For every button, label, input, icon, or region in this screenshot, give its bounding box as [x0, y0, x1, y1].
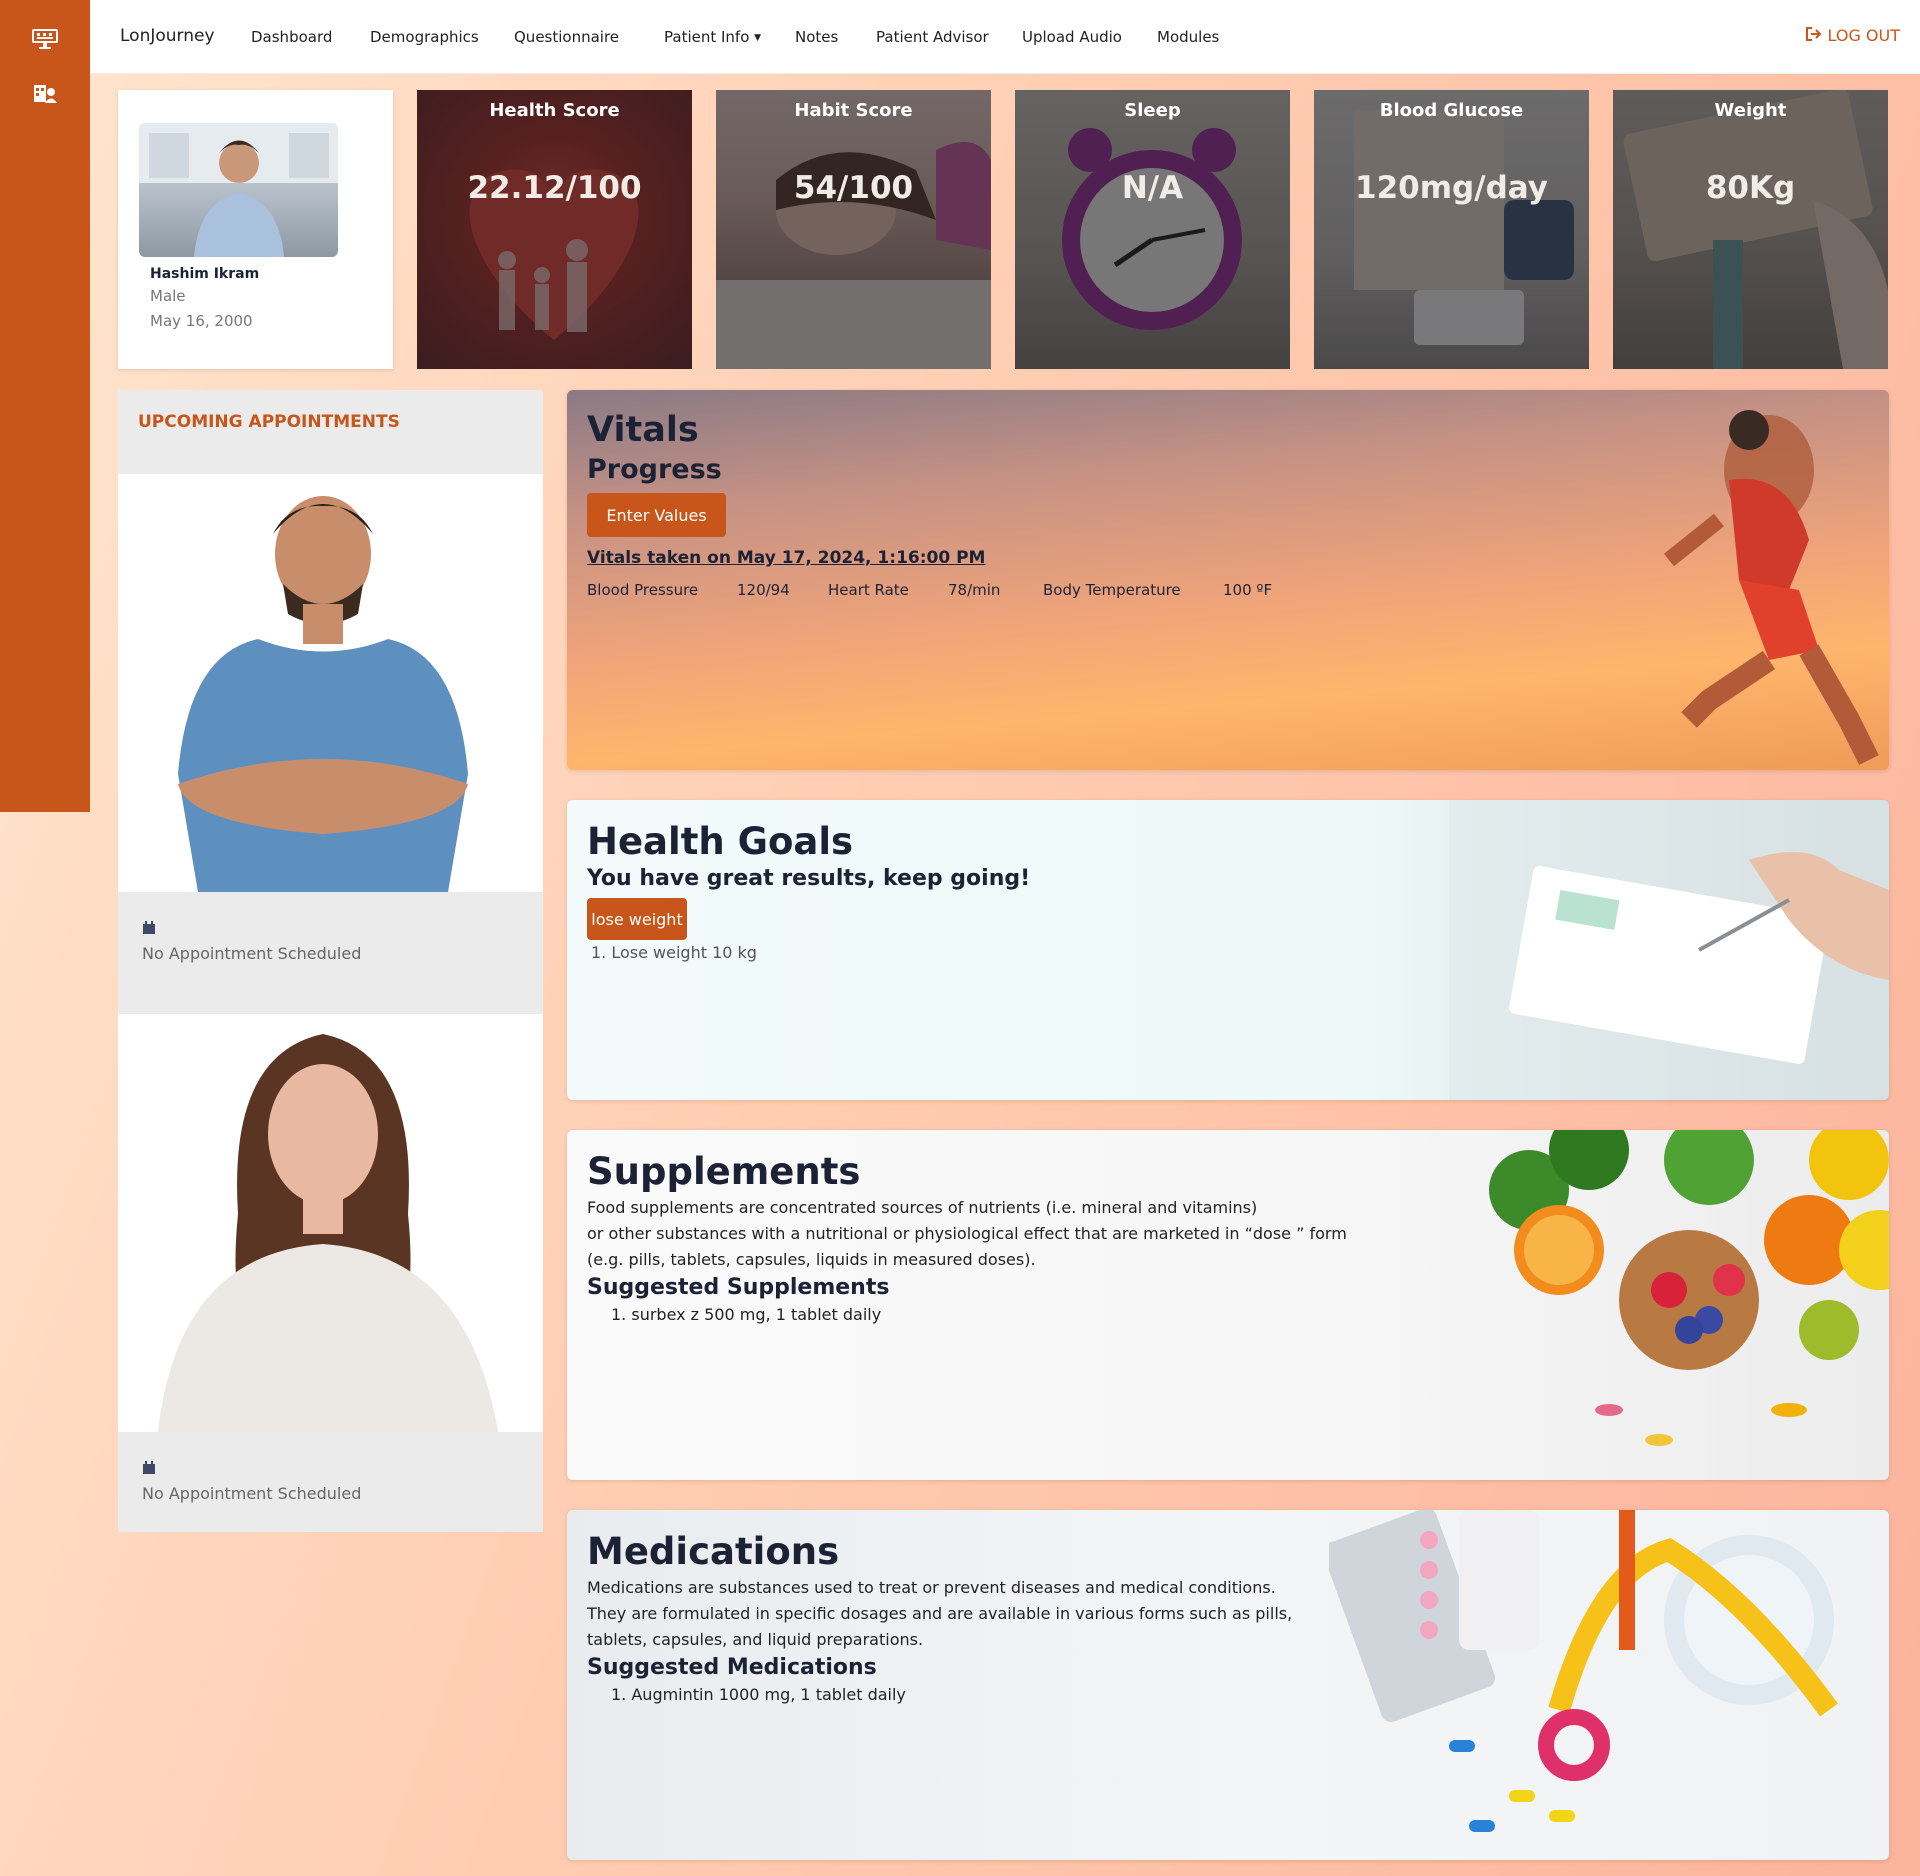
runner-illustration	[1664, 410, 1879, 765]
medications-title: Medications	[587, 1530, 840, 1573]
users-icon[interactable]	[32, 82, 58, 104]
temp-value: 100 ºF	[1223, 581, 1273, 599]
medications-panel: Medications Medications are substances u…	[567, 1510, 1889, 1860]
nav-questionnaire[interactable]: Questionnaire	[514, 28, 619, 46]
goal-item: 1. Lose weight 10 kg	[591, 943, 757, 962]
vitals-title: Vitals	[587, 410, 699, 450]
nav-modules[interactable]: Modules	[1157, 28, 1219, 46]
nav-patient-info[interactable]: Patient Info ▼	[664, 28, 761, 46]
medications-desc-line: They are formulated in specific dosages …	[587, 1604, 1293, 1623]
medications-desc-line: Medications are substances used to treat…	[587, 1578, 1276, 1597]
doctor-photo	[118, 474, 543, 892]
hr-label: Heart Rate	[828, 581, 909, 599]
calendar-icon	[142, 920, 156, 934]
weight-card[interactable]: Weight 80Kg	[1613, 90, 1888, 369]
clipboard-illustration	[1449, 800, 1889, 1100]
card-overlay	[1613, 90, 1888, 369]
hr-value: 78/min	[948, 581, 1001, 599]
supplements-desc-line: (e.g. pills, tablets, capsules, liquids …	[587, 1250, 1036, 1269]
supplements-desc-line: or other substances with a nutritional o…	[587, 1224, 1347, 1243]
logout-button[interactable]: LOG OUT	[1805, 26, 1901, 45]
stat-value: 54/100	[793, 170, 914, 206]
bp-value: 120/94	[737, 581, 790, 599]
medications-desc-line: tablets, capsules, and liquid preparatio…	[587, 1630, 924, 1649]
enter-values-button[interactable]: Enter Values	[587, 493, 726, 537]
stat-value: 22.12/100	[467, 170, 642, 206]
stat-title: Sleep	[1124, 100, 1181, 121]
vitals-panel: Vitals Progress Enter Values Vitals take…	[567, 390, 1889, 770]
bp-label: Blood Pressure	[587, 581, 699, 599]
card-overlay	[716, 90, 991, 369]
nav-demographics[interactable]: Demographics	[370, 28, 479, 46]
blood-glucose-card[interactable]: Blood Glucose 120mg/day	[1314, 90, 1589, 369]
vitals-subtitle: Progress	[587, 454, 722, 485]
caret-down-icon: ▼	[754, 33, 762, 43]
fruits-vegetables-illustration	[1489, 1130, 1889, 1446]
dashboard-icon[interactable]	[32, 28, 58, 50]
left-rail	[0, 0, 90, 812]
calendar-icon	[142, 1460, 156, 1474]
stat-title: Health Score	[489, 100, 620, 121]
supplement-item: 1. surbex z 500 mg, 1 tablet daily	[611, 1305, 882, 1324]
upcoming-appointments: UPCOMING APPOINTMENTS No Appointment Sch…	[118, 390, 543, 1532]
health-score-card[interactable]: Health Score 22.12/100	[417, 90, 692, 369]
appointment-card[interactable]: No Appointment Scheduled	[118, 1014, 543, 1532]
nav-patient-info-label: Patient Info	[664, 28, 750, 46]
suggested-medications-heading: Suggested Medications	[587, 1655, 877, 1680]
top-navbar: LonJourney Dashboard Demographics Questi…	[90, 0, 1920, 74]
nav-upload-audio[interactable]: Upload Audio	[1022, 28, 1122, 46]
card-overlay	[1314, 90, 1589, 369]
supplements-desc-line: Food supplements are concentrated source…	[587, 1198, 1258, 1217]
patient-name: Hashim Ikram	[150, 266, 260, 282]
brand-link[interactable]: LonJourney	[120, 26, 215, 46]
stat-value: N/A	[1121, 170, 1184, 206]
health-goals-panel: Health Goals You have great results, kee…	[567, 800, 1889, 1100]
vitals-taken-link[interactable]: Vitals taken on May 17, 2024, 1:16:00 PM	[587, 548, 985, 568]
supplements-title: Supplements	[587, 1150, 861, 1193]
medication-item: 1. Augmintin 1000 mg, 1 tablet daily	[611, 1685, 906, 1704]
nav-notes[interactable]: Notes	[795, 28, 838, 46]
card-overlay	[417, 90, 692, 369]
appointment-status: No Appointment Scheduled	[142, 1484, 362, 1503]
logout-icon	[1805, 26, 1822, 45]
patient-dob: May 16, 2000	[150, 312, 253, 330]
suggested-supplements-heading: Suggested Supplements	[587, 1275, 890, 1300]
appointment-status: No Appointment Scheduled	[142, 944, 362, 963]
medications-illustration	[1329, 1510, 1838, 1832]
profile-photo	[139, 123, 338, 257]
appointment-card[interactable]: No Appointment Scheduled	[118, 474, 543, 1014]
goals-subtitle: You have great results, keep going!	[587, 866, 1031, 891]
appointments-heading: UPCOMING APPOINTMENTS	[138, 412, 400, 432]
nav-patient-advisor[interactable]: Patient Advisor	[876, 28, 989, 46]
stat-title: Blood Glucose	[1379, 100, 1524, 121]
temp-label: Body Temperature	[1043, 581, 1181, 599]
stat-value: 120mg/day	[1355, 170, 1548, 206]
doctor-photo	[118, 1014, 543, 1432]
stat-title: Habit Score	[794, 100, 913, 121]
sleep-card[interactable]: Sleep N/A	[1015, 90, 1290, 369]
goals-title: Health Goals	[587, 820, 854, 863]
nav-dashboard[interactable]: Dashboard	[251, 28, 332, 46]
supplements-panel: Supplements Food supplements are concent…	[567, 1130, 1889, 1480]
patient-gender: Male	[150, 287, 186, 305]
profile-card: Hashim Ikram Male May 16, 2000	[118, 90, 393, 369]
goal-tag[interactable]: lose weight	[587, 898, 687, 940]
habit-score-card[interactable]: Habit Score 54/100	[716, 90, 991, 369]
logout-label: LOG OUT	[1827, 26, 1901, 45]
stat-value: 80Kg	[1705, 170, 1796, 206]
stat-title: Weight	[1714, 100, 1787, 121]
card-overlay	[1015, 90, 1290, 369]
